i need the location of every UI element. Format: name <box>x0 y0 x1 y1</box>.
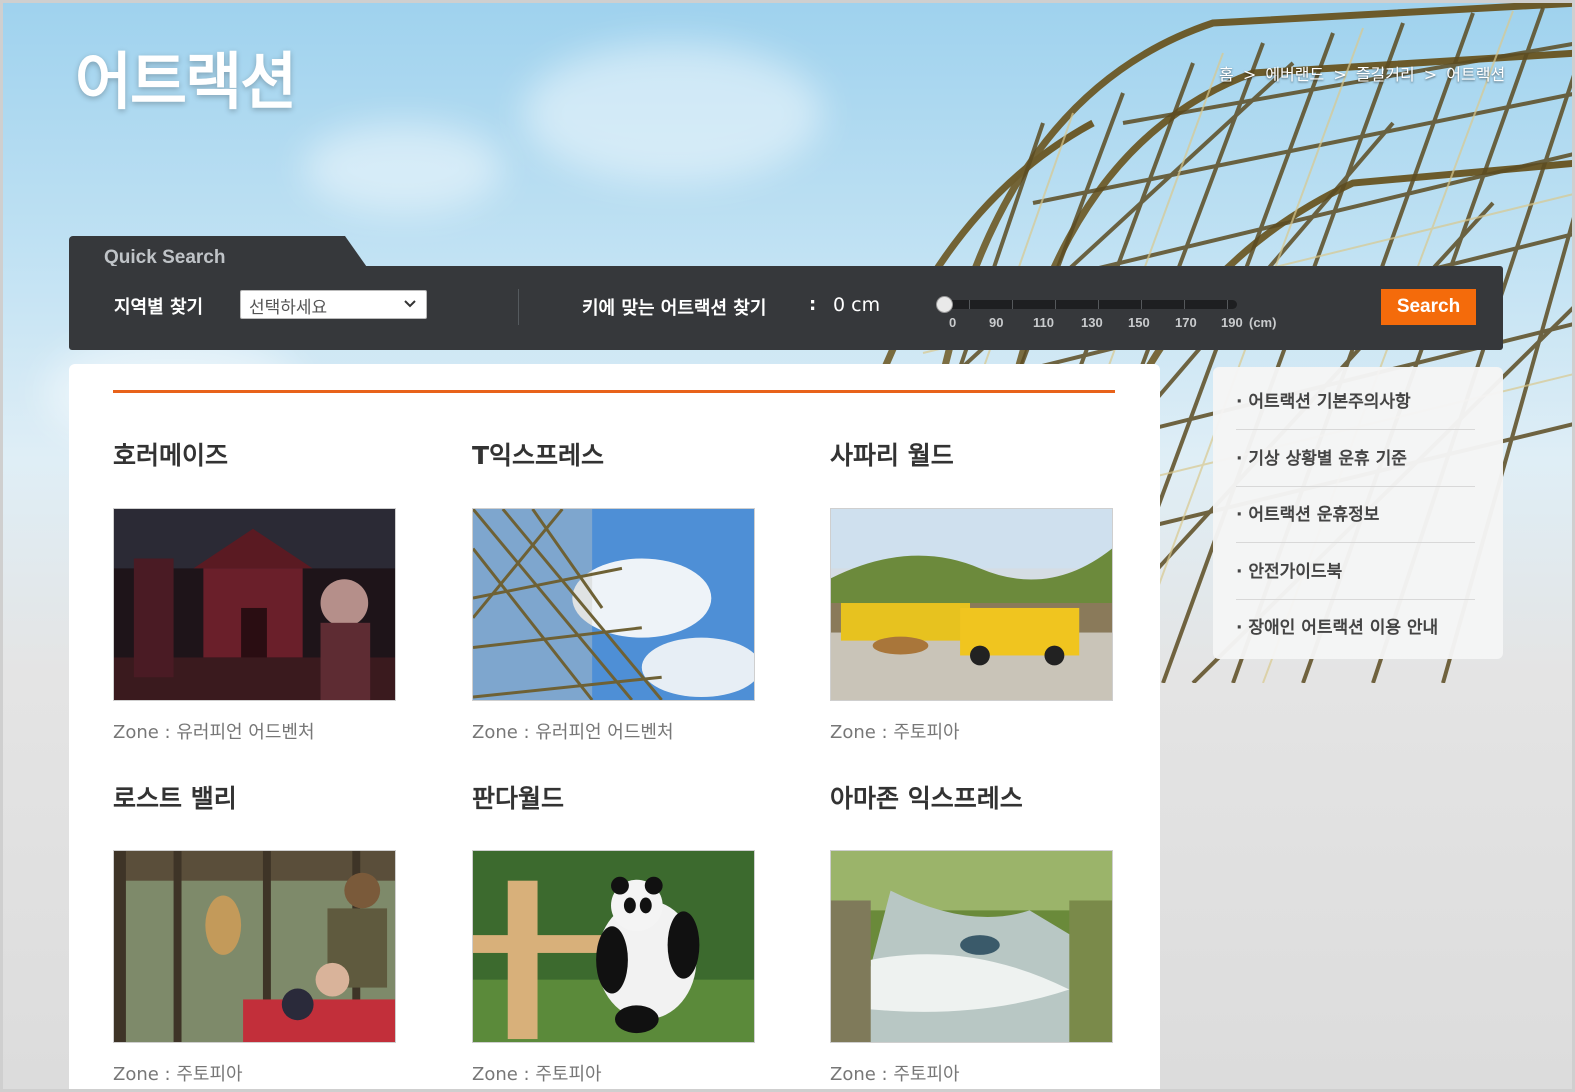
attraction-title[interactable]: 아마존 익스프레스 <box>830 779 1023 815</box>
breadcrumb: 홈 > 에버랜드 > 즐길거리 > 어트랙션 <box>1219 61 1509 85</box>
slider-tick-mark <box>1141 300 1142 309</box>
side-menu-item-weather-criteria[interactable]: · 기상 상황별 운휴 기준 <box>1236 444 1475 487</box>
region-search-label: 지역별 찾기 <box>114 297 204 318</box>
attraction-title[interactable]: 판다월드 <box>472 779 564 815</box>
region-select[interactable]: 선택하세요 <box>240 290 427 319</box>
attraction-title[interactable]: 사파리 월드 <box>830 436 954 472</box>
slider-tick-label: 190 <box>1221 315 1243 330</box>
attraction-title[interactable]: 호러메이즈 <box>113 436 228 472</box>
slider-tick-label: 170 <box>1175 315 1197 330</box>
height-colon: : <box>809 294 817 315</box>
slider-tick-mark <box>1055 300 1056 309</box>
attraction-title[interactable]: 로스트 밸리 <box>113 779 237 815</box>
slider-tick-mark <box>1012 300 1013 309</box>
sky-cloud <box>303 123 503 213</box>
panda-world-image[interactable] <box>472 850 755 1043</box>
breadcrumb-separator: > <box>1333 65 1347 84</box>
height-search-label: 키에 맞는 어트랙션 찾기 <box>582 298 767 319</box>
height-value: 0 cm <box>833 294 881 316</box>
slider-unit-label: (cm) <box>1249 315 1277 330</box>
side-menu-item-basic-precautions[interactable]: · 어트랙션 기본주의사항 <box>1236 387 1475 430</box>
slider-tick-label: 0 <box>949 315 957 330</box>
slider-tick-label: 90 <box>989 315 1004 330</box>
attraction-zone: Zone : 주토피아 <box>830 722 960 743</box>
attraction-zone: Zone : 유러피언 어드벤처 <box>113 722 315 743</box>
breadcrumb-separator: > <box>1423 65 1438 84</box>
safari-world-image[interactable] <box>830 508 1113 701</box>
height-slider-track[interactable] <box>937 300 1237 309</box>
sky-cloud <box>523 43 823 183</box>
slider-tick-label: 150 <box>1128 315 1150 330</box>
region-select-value: 선택하세요 <box>249 298 328 318</box>
side-menu-item-closure-info[interactable]: · 어트랙션 운휴정보 <box>1236 500 1475 543</box>
slider-tick-mark <box>1184 300 1185 309</box>
lost-valley-image[interactable] <box>113 850 396 1043</box>
breadcrumb-things-to-do[interactable]: 즐길거리 <box>1356 65 1415 84</box>
slider-tick-label: 110 <box>1033 315 1054 330</box>
side-menu-item-accessibility-guide[interactable]: · 장애인 어트랙션 이용 안내 <box>1236 613 1475 655</box>
quick-search-divider <box>518 289 519 325</box>
slider-tick-mark <box>1098 300 1099 309</box>
attraction-zone: Zone : 주토피아 <box>830 1064 960 1085</box>
attraction-zone: Zone : 주토피아 <box>472 1064 602 1085</box>
page-title: 어트랙션 <box>75 45 297 118</box>
height-slider-handle[interactable] <box>936 296 953 313</box>
attraction-zone: Zone : 주토피아 <box>113 1064 243 1085</box>
slider-tick-mark <box>1227 300 1228 309</box>
section-divider <box>113 390 1115 393</box>
attraction-title[interactable]: T익스프레스 <box>472 436 604 472</box>
slider-tick-label: 130 <box>1081 315 1103 330</box>
search-button[interactable]: Search <box>1381 289 1476 325</box>
breadcrumb-home[interactable]: 홈 <box>1219 65 1234 84</box>
horror-maze-image[interactable] <box>113 508 396 701</box>
t-express-image[interactable] <box>472 508 755 701</box>
attraction-zone: Zone : 유러피언 어드벤처 <box>472 722 674 743</box>
breadcrumb-everland[interactable]: 에버랜드 <box>1265 65 1324 84</box>
slider-tick-mark <box>969 300 970 309</box>
side-menu-item-safety-guidebook[interactable]: · 안전가이드북 <box>1236 557 1475 600</box>
amazon-express-image[interactable] <box>830 850 1113 1043</box>
breadcrumb-separator: > <box>1242 65 1257 84</box>
chevron-down-icon <box>404 300 416 308</box>
page-frame: 어트랙션 홈 > 에버랜드 > 즐길거리 > 어트랙션 Quick Search… <box>0 0 1575 1092</box>
breadcrumb-attraction[interactable]: 어트랙션 <box>1446 65 1505 84</box>
